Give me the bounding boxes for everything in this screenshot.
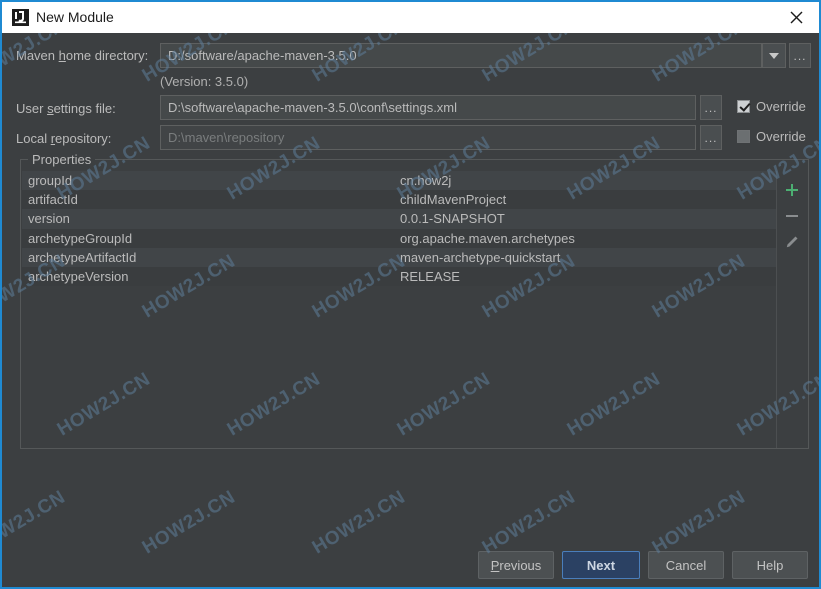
table-row[interactable]: archetypeArtifactId maven-archetype-quic…: [22, 247, 776, 267]
previous-button[interactable]: Previous: [478, 551, 554, 579]
local-repository-override-label: Override: [756, 129, 806, 144]
maven-version-note: (Version: 3.5.0): [160, 74, 249, 89]
checkbox-unchecked-icon: [737, 130, 750, 143]
edit-property-button[interactable]: [779, 229, 805, 255]
dialog-content: Maven home directory: D:/software/apache…: [2, 33, 819, 587]
add-property-button[interactable]: [779, 177, 805, 203]
title-bar: New Module: [2, 2, 819, 33]
table-row[interactable]: archetypeVersion RELEASE: [22, 266, 776, 287]
plus-icon: [786, 184, 798, 196]
user-settings-override-checkbox[interactable]: Override: [737, 99, 806, 114]
checkbox-checked-icon: [737, 100, 750, 113]
user-settings-override-label: Override: [756, 99, 806, 114]
local-repository-label: Local repository:: [16, 131, 112, 146]
user-settings-input[interactable]: D:\software\apache-maven-3.5.0\conf\sett…: [160, 95, 696, 120]
properties-toolbar: [776, 171, 807, 448]
local-repository-browse-button[interactable]: ...: [700, 125, 722, 150]
next-button[interactable]: Next: [562, 551, 640, 579]
properties-panel: groupId cn.how2j artifactId childMavenPr…: [22, 171, 807, 448]
minus-icon: [786, 215, 798, 217]
property-key: groupId: [28, 173, 73, 189]
remove-property-button[interactable]: [779, 203, 805, 229]
property-key: archetypeArtifactId: [28, 249, 137, 265]
maven-home-dropdown-arrow[interactable]: [762, 43, 786, 68]
property-value: childMavenProject: [400, 192, 507, 208]
intellij-idea-icon: [12, 9, 29, 26]
maven-home-input[interactable]: D:/software/apache-maven-3.5.0: [160, 43, 762, 68]
window-title: New Module: [36, 9, 114, 25]
property-key: archetypeGroupId: [28, 230, 133, 246]
cancel-button[interactable]: Cancel: [648, 551, 724, 579]
local-repository-input[interactable]: D:\maven\repository: [160, 125, 696, 150]
user-settings-label: User settings file:: [16, 101, 116, 116]
help-button[interactable]: Help: [732, 551, 808, 579]
maven-home-label: Maven home directory:: [16, 48, 149, 63]
maven-home-browse-button[interactable]: ...: [789, 43, 811, 68]
table-row[interactable]: version 0.0.1-SNAPSHOT: [22, 209, 776, 229]
pencil-icon: [786, 236, 798, 248]
chevron-down-icon: [769, 52, 779, 59]
property-value: maven-archetype-quickstart: [400, 249, 561, 265]
table-row[interactable]: artifactId childMavenProject: [22, 190, 776, 210]
close-icon: [790, 11, 802, 24]
table-row[interactable]: archetypeGroupId org.apache.maven.archet…: [22, 228, 776, 248]
close-button[interactable]: [773, 2, 819, 33]
property-key: version: [28, 211, 70, 227]
table-row[interactable]: groupId cn.how2j: [22, 171, 776, 191]
new-module-dialog: New Module Maven home directory: D:/soft…: [0, 0, 821, 589]
property-value: RELEASE: [400, 269, 460, 285]
user-settings-browse-button[interactable]: ...: [700, 95, 722, 120]
local-repository-override-checkbox[interactable]: Override: [737, 129, 806, 144]
properties-group-legend: Properties: [28, 152, 96, 167]
property-value: 0.0.1-SNAPSHOT: [400, 211, 505, 227]
properties-table[interactable]: groupId cn.how2j artifactId childMavenPr…: [22, 171, 776, 448]
property-key: artifactId: [28, 192, 78, 208]
property-value: org.apache.maven.archetypes: [400, 230, 575, 246]
property-key: archetypeVersion: [28, 269, 129, 285]
property-value: cn.how2j: [400, 173, 452, 189]
